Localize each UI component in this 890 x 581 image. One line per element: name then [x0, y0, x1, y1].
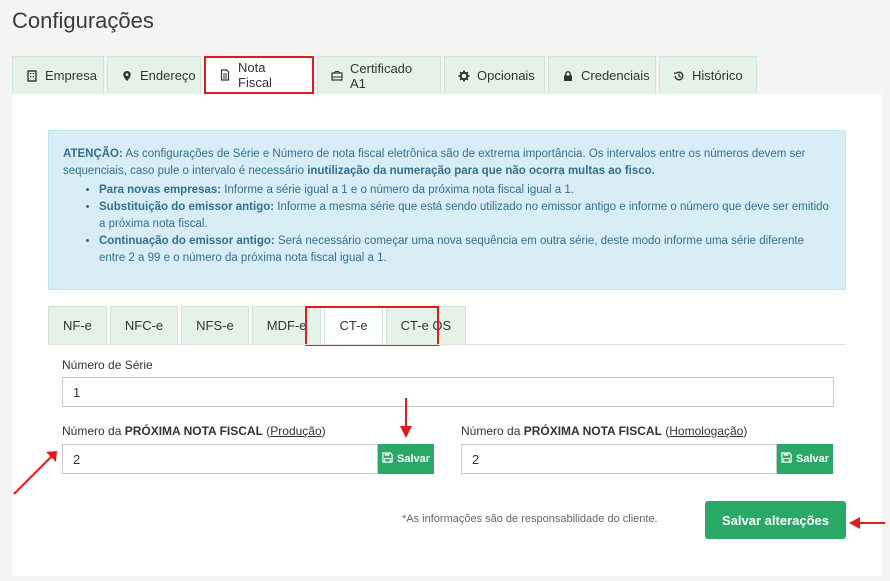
- floppy-disk-icon: [382, 452, 393, 466]
- building-icon: [26, 69, 38, 82]
- alert-item-strong: Continuação do emissor antigo:: [99, 235, 275, 247]
- label-prefix: Número da: [62, 424, 125, 438]
- homologacao-link: Homologação: [669, 424, 744, 438]
- alert-item-strong: Substituição do emissor antigo:: [99, 201, 275, 213]
- tab-nota-fiscal[interactable]: Nota Fiscal: [204, 56, 314, 94]
- gear-icon: [458, 70, 470, 82]
- tab-historico[interactable]: Histórico: [659, 56, 757, 94]
- subtab-nfe[interactable]: NF-e: [48, 306, 107, 344]
- label-paren-close: ): [743, 424, 748, 438]
- alert-item-text: Informe a série igual a 1 e o número da …: [221, 184, 574, 196]
- tab-credenciais[interactable]: Credenciais: [548, 56, 656, 94]
- producao-input[interactable]: [62, 444, 378, 474]
- alert-item-strong: Para novas empresas:: [99, 184, 222, 196]
- tab-opcionais[interactable]: Opcionais: [444, 56, 545, 94]
- main-tabs: Empresa Endereço Nota Fiscal Certificado…: [12, 56, 760, 94]
- tab-label: Nota Fiscal: [238, 60, 272, 90]
- tab-label: Endereço: [140, 68, 196, 83]
- tab-label: Credenciais: [581, 68, 650, 83]
- subtab-mdfe[interactable]: MDF-e: [251, 306, 322, 344]
- alert-lead: ATENÇÃO: As configurações de Série e Núm…: [63, 146, 831, 180]
- floppy-disk-icon: [781, 452, 792, 466]
- salvar-label: Salvar: [795, 453, 830, 465]
- subtab-cte[interactable]: CT-e: [324, 306, 383, 344]
- alert-lead-strong2: inutilização da numeração para que não o…: [307, 165, 655, 177]
- subtab-nfce[interactable]: NFC-e: [109, 306, 179, 344]
- page-title: Configurações: [12, 8, 154, 33]
- tab-empresa[interactable]: Empresa: [12, 56, 104, 94]
- producao-label: Número da PRÓXIMA NOTA FISCAL (Produção): [62, 424, 326, 438]
- warning-alert: ATENÇÃO: As configurações de Série e Núm…: [48, 130, 846, 290]
- salvar-alteracoes-button[interactable]: Salvar alterações: [705, 501, 846, 539]
- document-icon: [219, 69, 231, 81]
- subtab-cte-os[interactable]: CT-e OS: [385, 306, 467, 344]
- homologacao-input[interactable]: [461, 444, 777, 474]
- tab-label: Certificado A1: [350, 60, 413, 91]
- serie-input[interactable]: [62, 377, 834, 407]
- alert-item: Para novas empresas: Informe a série igu…: [99, 182, 831, 199]
- alert-item: Substituição do emissor antigo: Informe …: [99, 199, 831, 233]
- serie-label: Número de Série: [62, 358, 153, 372]
- tab-label: Histórico: [692, 68, 743, 83]
- salvar-label: Salvar: [396, 453, 431, 465]
- history-icon: [673, 70, 685, 82]
- tab-certificado-a1[interactable]: Certificado A1: [317, 56, 441, 94]
- label-prefix: Número da: [461, 424, 524, 438]
- tab-divider: [48, 344, 846, 345]
- label-paren-close: ): [321, 424, 326, 438]
- salvar-homologacao-button[interactable]: Salvar: [777, 444, 833, 474]
- salvar-producao-button[interactable]: Salvar: [378, 444, 434, 474]
- lock-icon: [562, 70, 574, 82]
- alert-item: Continuação do emissor antigo: Será nece…: [99, 233, 831, 267]
- subtab-nfse[interactable]: NFS-e: [181, 306, 249, 344]
- alert-list: Para novas empresas: Informe a série igu…: [63, 182, 831, 267]
- map-marker-icon: [121, 70, 133, 82]
- document-type-tabs: NF-e NFC-e NFS-e MDF-e CT-e CT-e OS: [48, 306, 469, 344]
- producao-link: Produção: [270, 424, 322, 438]
- homologacao-label: Número da PRÓXIMA NOTA FISCAL (Homologaç…: [461, 424, 747, 438]
- responsibility-note: *As informações são de responsabilidade …: [402, 513, 658, 525]
- tab-label: Empresa: [45, 68, 98, 83]
- card-icon: [331, 70, 343, 82]
- alert-lead-strong: ATENÇÃO:: [63, 148, 123, 160]
- tab-endereco[interactable]: Endereço: [107, 56, 201, 94]
- label-strong: PRÓXIMA NOTA FISCAL: [523, 424, 662, 438]
- tab-label: Opcionais: [477, 68, 535, 83]
- label-strong: PRÓXIMA NOTA FISCAL: [124, 424, 263, 438]
- nota-fiscal-panel: ATENÇÃO: As configurações de Série e Núm…: [12, 94, 882, 576]
